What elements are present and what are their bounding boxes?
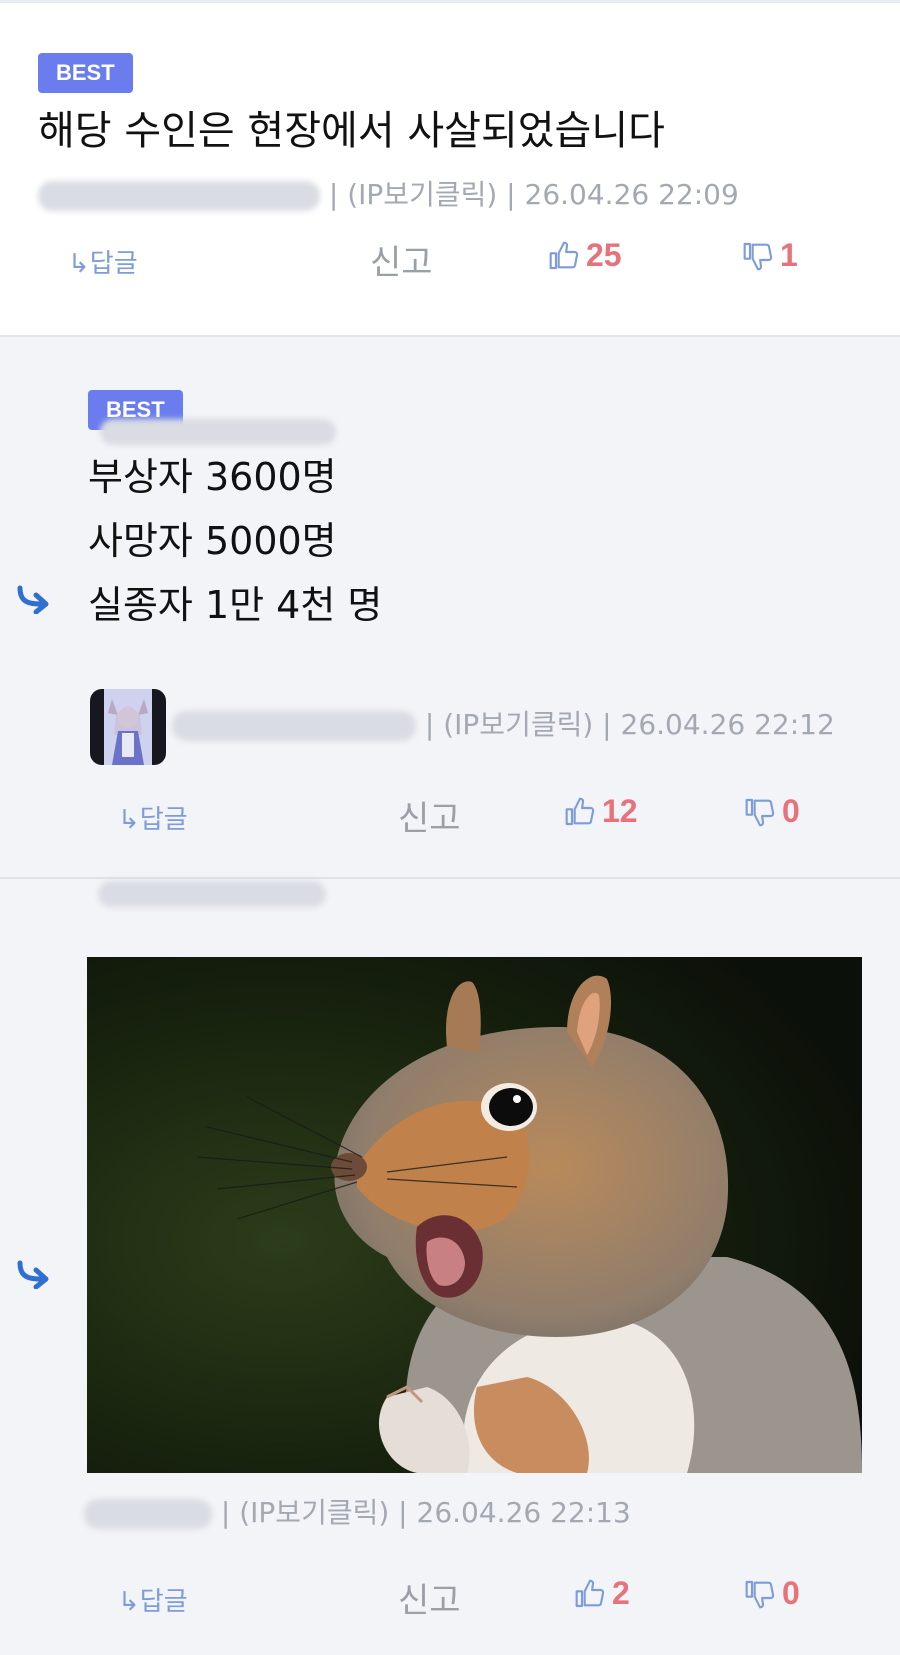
comment-1: BEST 해당 수인은 현장에서 사살되었습니다 | (IP보기클릭) | 26… xyxy=(0,3,900,337)
comment-text-line: 해당 수인은 현장에서 사살되었습니다 xyxy=(38,108,665,154)
reply-button[interactable]: ↳답글 xyxy=(118,1581,188,1618)
thumbs-down-icon xyxy=(743,242,773,270)
like-count: 12 xyxy=(602,793,638,829)
dislike-button[interactable]: 0 xyxy=(744,1575,800,1612)
like-count: 2 xyxy=(612,1575,630,1611)
reply-arrow-icon xyxy=(17,1260,49,1289)
comment-actions: ↳답글 신고 25 1 xyxy=(0,233,900,293)
comment-actions: ↳답글 신고 2 0 xyxy=(0,1571,900,1631)
like-button[interactable]: 2 xyxy=(574,1575,630,1612)
author-name-redacted xyxy=(84,1499,212,1529)
dislike-count: 0 xyxy=(782,1575,800,1611)
like-count: 25 xyxy=(586,237,622,273)
redacted-text xyxy=(100,419,336,445)
avatar-image xyxy=(90,689,166,765)
comment-meta: | (IP보기클릭) | 26.04.26 22:09 xyxy=(38,173,739,213)
squirrel-image[interactable] xyxy=(87,957,862,1473)
thumbs-down-icon xyxy=(745,1580,775,1608)
thumbs-up-icon xyxy=(575,1579,605,1607)
squirrel-photo xyxy=(87,957,862,1473)
reply-target-redacted xyxy=(98,881,326,907)
avatar[interactable] xyxy=(90,689,166,765)
dislike-button[interactable]: 0 xyxy=(744,793,800,830)
dislike-count: 1 xyxy=(780,237,798,273)
thumbs-up-icon xyxy=(565,797,595,825)
dislike-count: 0 xyxy=(782,793,800,829)
comment-text-line: 사망자 5000명 xyxy=(88,519,337,563)
best-badge: BEST xyxy=(38,53,133,93)
dislike-button[interactable]: 1 xyxy=(742,237,798,274)
comment-meta: | (IP보기클릭) | 26.04.26 22:13 xyxy=(84,1491,631,1531)
report-button[interactable]: 신고 xyxy=(370,235,433,284)
comment-2: BEST 부상자 3600명 사망자 5000명 실종자 1만 4천 명 | (… xyxy=(0,337,900,879)
reply-arrow-icon xyxy=(17,585,49,614)
reply-target-redacted xyxy=(100,419,336,445)
report-button[interactable]: 신고 xyxy=(398,1573,461,1622)
comment-text-line: 실종자 1만 4천 명 xyxy=(88,583,383,627)
like-button[interactable]: 25 xyxy=(548,237,622,274)
redacted-text xyxy=(98,881,326,907)
author-name-redacted xyxy=(172,711,416,741)
comment-text: 해당 수인은 현장에서 사살되었습니다 xyxy=(38,99,665,163)
comment-actions: ↳답글 신고 12 0 xyxy=(0,789,900,849)
reply-button[interactable]: ↳답글 xyxy=(118,799,188,836)
comment-meta: | (IP보기클릭) | 26.04.26 22:12 xyxy=(172,703,835,743)
meta-text: | (IP보기클릭) | 26.04.26 22:09 xyxy=(328,178,739,211)
reply-button[interactable]: ↳답글 xyxy=(68,243,138,280)
thumbs-up-icon xyxy=(549,241,579,269)
meta-text: | (IP보기클릭) | 26.04.26 22:12 xyxy=(424,708,835,741)
like-button[interactable]: 12 xyxy=(564,793,638,830)
meta-text: | (IP보기클릭) | 26.04.26 22:13 xyxy=(220,1496,631,1529)
author-name-redacted xyxy=(38,181,320,211)
thumbs-down-icon xyxy=(745,798,775,826)
comment-text-line: 부상자 3600명 xyxy=(88,455,337,499)
comment-3: | (IP보기클릭) | 26.04.26 22:13 ↳답글 신고 2 0 xyxy=(0,879,900,1655)
report-button[interactable]: 신고 xyxy=(398,791,461,840)
comment-text: 부상자 3600명 사망자 5000명 실종자 1만 4천 명 xyxy=(88,445,382,637)
